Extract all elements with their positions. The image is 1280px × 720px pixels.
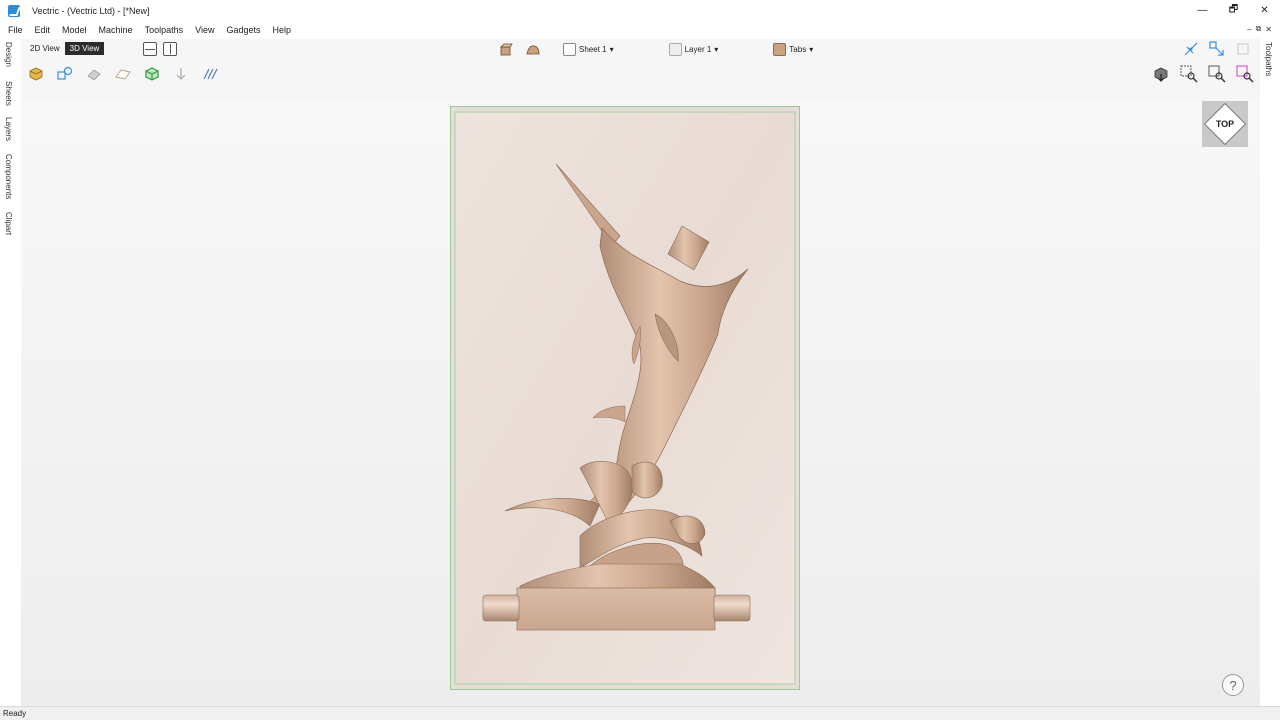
close-button[interactable]: ✕ <box>1249 0 1280 21</box>
sheet-icon <box>563 43 576 56</box>
tab-components[interactable]: Components <box>4 154 13 199</box>
dowel-right <box>713 594 751 622</box>
view-2d-button[interactable]: 2D View <box>25 42 65 55</box>
app-icon <box>8 4 20 17</box>
tab-sheets[interactable]: Sheets <box>4 81 13 106</box>
material-block <box>450 106 800 690</box>
chevron-down-icon: ▾ <box>714 45 719 54</box>
menu-machine[interactable]: Machine <box>93 25 139 35</box>
layer-icon <box>668 43 682 56</box>
menu-toolpaths[interactable]: Toolpaths <box>139 25 190 35</box>
menu-file[interactable]: File <box>0 25 29 35</box>
menu-view[interactable]: View <box>189 25 220 35</box>
tab-layers[interactable]: Layers <box>4 117 13 141</box>
menu-help[interactable]: Help <box>267 25 298 35</box>
snap-icon[interactable] <box>1182 40 1200 58</box>
window-title: Vectric - (Vectric Ltd) - [*New] <box>32 5 150 16</box>
document-controls: – ⧉ ✕ <box>1247 21 1272 37</box>
menu-bar: File Edit Model Machine Toolpaths View G… <box>0 21 1280 39</box>
minimize-button[interactable]: — <box>1187 0 1218 21</box>
help-button[interactable]: ? <box>1222 674 1244 696</box>
view-tools <box>27 65 218 82</box>
doc-minimize-button[interactable]: – <box>1247 25 1251 34</box>
status-bar: Ready <box>0 706 1280 720</box>
wireframe-icon[interactable] <box>85 65 102 82</box>
tabs-label: Tabs <box>789 45 807 54</box>
view-cube[interactable]: TOP <box>1202 101 1248 147</box>
sheet-label: Sheet 1 <box>579 45 607 54</box>
title-bar: Vectric - (Vectric Ltd) - [*New] — 🗗 ✕ <box>0 0 1280 21</box>
zoom-selection-icon[interactable] <box>1236 65 1254 83</box>
tab-toolpaths[interactable]: Toolpaths <box>1264 42 1273 76</box>
menu-model[interactable]: Model <box>56 25 93 35</box>
split-horizontal-icon[interactable] <box>143 42 157 56</box>
doc-restore-button[interactable]: ⧉ <box>1256 24 1262 34</box>
view-3d-button[interactable]: 3D View <box>64 42 105 55</box>
texture-icon[interactable] <box>201 65 218 82</box>
right-panel-tabs: Toolpaths <box>1260 39 1280 706</box>
tab-clipart[interactable]: Clipart <box>4 212 13 235</box>
toolbar: 2D View 3D View Sheet 1 ▾ Layer 1 ▾ Tabs… <box>21 39 1260 101</box>
zoom-fit-icon[interactable] <box>1208 65 1226 83</box>
view-toggle: 2D View 3D View <box>25 42 105 55</box>
dowel-left <box>482 594 520 622</box>
tabs-icon <box>773 43 787 56</box>
window-controls: — 🗗 ✕ <box>1187 0 1280 21</box>
split-vertical-icon[interactable] <box>163 42 177 56</box>
align-icon[interactable] <box>172 65 189 82</box>
snap-tools <box>1182 40 1252 58</box>
layer-label: Layer 1 <box>684 45 712 54</box>
box-icon[interactable] <box>1234 40 1252 58</box>
view-cube-label: TOP <box>1215 119 1235 129</box>
left-panel-tabs: Design Sheets Layers Components Clipart <box>0 39 21 706</box>
sheet-layer-controls: Sheet 1 ▾ Layer 1 ▾ Tabs ▾ <box>497 41 813 58</box>
layout-buttons <box>143 42 177 56</box>
menu-edit[interactable]: Edit <box>29 25 57 35</box>
zoom-tools <box>1152 65 1254 83</box>
draw-mode-icon[interactable] <box>497 41 514 58</box>
layer-selector[interactable]: Layer 1 ▾ <box>668 43 719 56</box>
doc-close-button[interactable]: ✕ <box>1265 25 1272 34</box>
tab-design[interactable]: Design <box>4 42 13 67</box>
box-icon[interactable] <box>143 65 160 82</box>
sheet-selector[interactable]: Sheet 1 ▾ <box>563 43 614 56</box>
menu-gadgets[interactable]: Gadgets <box>220 25 266 35</box>
material-icon[interactable] <box>56 65 73 82</box>
toolpath-icon[interactable] <box>114 65 131 82</box>
chevron-down-icon: ▾ <box>809 45 814 54</box>
shade-icon[interactable] <box>27 65 44 82</box>
vector-icon[interactable] <box>1208 40 1226 58</box>
tabs-selector[interactable]: Tabs ▾ <box>773 43 813 56</box>
zoom-window-icon[interactable] <box>1180 65 1198 83</box>
zoom-icon[interactable] <box>1152 65 1170 83</box>
chevron-down-icon: ▾ <box>609 45 614 54</box>
restore-button[interactable]: 🗗 <box>1218 0 1249 21</box>
sculpt-icon[interactable] <box>524 41 541 58</box>
